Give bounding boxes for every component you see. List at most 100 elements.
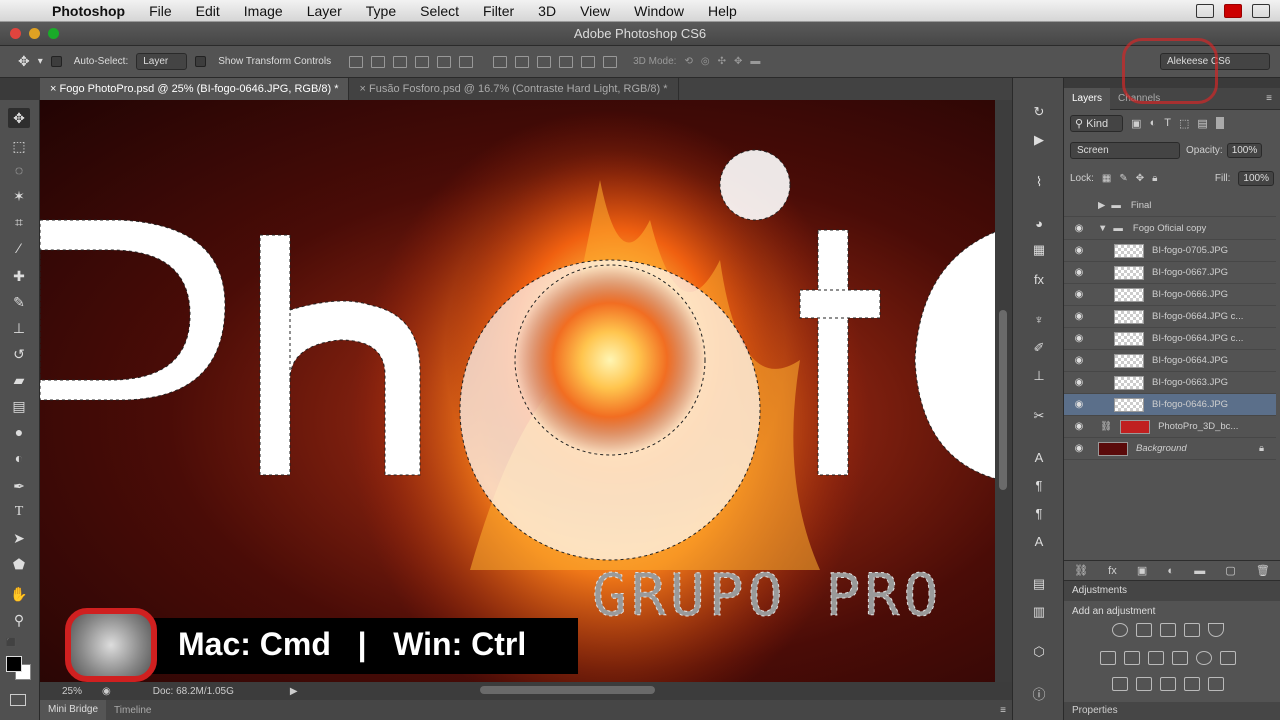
- auto-select-dropdown[interactable]: Layer: [136, 53, 188, 70]
- distribute-right-icon[interactable]: [603, 55, 618, 68]
- filter-toggle-icon[interactable]: [1215, 117, 1224, 129]
- blur-tool-icon[interactable]: ●: [8, 422, 30, 442]
- vibrance-icon[interactable]: [1208, 623, 1224, 637]
- layer-comps-icon[interactable]: ▥: [1029, 604, 1049, 622]
- align-hcenter-icon[interactable]: [437, 55, 452, 68]
- type-tool-icon[interactable]: T: [8, 502, 30, 522]
- layer-row-3d[interactable]: ◉ ⛓ PhotoPro_3D_bc...: [1064, 416, 1276, 438]
- lasso-tool-icon[interactable]: ◌: [8, 160, 30, 180]
- layer-row-selected[interactable]: ◉ BI-fogo-0646.JPG: [1064, 394, 1276, 416]
- layer-row[interactable]: ◉ BI-fogo-0664.JPG c...: [1064, 306, 1276, 328]
- history-brush-tool-icon[interactable]: ↺: [8, 344, 30, 364]
- tab-mini-bridge[interactable]: Mini Bridge: [40, 700, 107, 720]
- auto-select-checkbox[interactable]: [50, 55, 66, 67]
- camera-icon[interactable]: [1196, 3, 1214, 18]
- document-canvas[interactable]: GRUPO PRO Mac: Cmd | Win: Ctrl: [40, 100, 995, 682]
- layer-row[interactable]: ◉ BI-fogo-0666.JPG: [1064, 284, 1276, 306]
- zoom-level[interactable]: 25%: [40, 686, 90, 697]
- lock-all-icon[interactable]: 🔒︎: [1152, 173, 1157, 184]
- eye-icon[interactable]: ◉: [1072, 311, 1086, 322]
- menu-window[interactable]: Window: [622, 3, 696, 19]
- layer-row-final[interactable]: ▶ ▬ Final: [1064, 195, 1276, 217]
- paragraph-icon[interactable]: ¶: [1029, 478, 1049, 496]
- foreground-color-swatch[interactable]: [6, 656, 22, 672]
- brush-tool-icon[interactable]: ✎: [8, 292, 30, 312]
- lock-transparent-icon[interactable]: ▦: [1102, 173, 1111, 184]
- status-menu-icon[interactable]: ◉: [102, 686, 111, 697]
- move-tool-icon[interactable]: ✥: [8, 108, 30, 128]
- show-transform-checkbox[interactable]: [195, 55, 210, 67]
- lock-pixels-icon[interactable]: ✎: [1119, 173, 1127, 184]
- new-layer-icon[interactable]: ▢: [1225, 564, 1235, 577]
- status-arrow-icon[interactable]: ▶: [290, 686, 298, 697]
- distribute-hcenter-icon[interactable]: [581, 55, 596, 68]
- distribute-top-icon[interactable]: [493, 55, 508, 68]
- eraser-tool-icon[interactable]: ▰: [8, 370, 30, 390]
- healing-tool-icon[interactable]: ✚: [8, 266, 30, 286]
- flash-icon[interactable]: [1224, 3, 1242, 18]
- lock-position-icon[interactable]: ✥: [1136, 173, 1144, 184]
- 3d-scale-icon[interactable]: ▬: [750, 56, 760, 67]
- filter-smart-icon[interactable]: ▤: [1197, 117, 1207, 130]
- add-mask-icon[interactable]: ▣: [1137, 564, 1147, 577]
- hue-saturation-icon[interactable]: [1100, 651, 1116, 665]
- paths-icon[interactable]: ⌇: [1029, 174, 1049, 192]
- tab-fusao-fosforo[interactable]: × Fusão Fosforo.psd @ 16.7% (Contraste H…: [349, 78, 679, 100]
- character-icon[interactable]: A: [1029, 450, 1049, 468]
- pen-tool-icon[interactable]: ✒: [8, 476, 30, 496]
- menu-filter[interactable]: Filter: [471, 3, 526, 19]
- distribute-left-icon[interactable]: [559, 55, 574, 68]
- trash-icon[interactable]: 🗑︎: [1256, 564, 1270, 577]
- menu-select[interactable]: Select: [408, 3, 471, 19]
- stamp-tool-icon[interactable]: ⊥: [8, 318, 30, 338]
- align-vcenter-icon[interactable]: [371, 55, 386, 68]
- layer-row[interactable]: ◉ BI-fogo-0664.JPG: [1064, 350, 1276, 372]
- threshold-icon[interactable]: [1160, 677, 1176, 691]
- filter-kind-dropdown[interactable]: ⚲ Kind: [1070, 114, 1124, 132]
- filter-adjustment-icon[interactable]: ◐: [1150, 117, 1157, 129]
- filter-type-icon[interactable]: T: [1164, 117, 1171, 129]
- quick-mask-icon[interactable]: [10, 694, 26, 706]
- align-left-icon[interactable]: [415, 55, 430, 68]
- notes-icon[interactable]: ▤: [1029, 576, 1049, 594]
- brush-icon[interactable]: ✐: [1029, 340, 1049, 358]
- menu-layer[interactable]: Layer: [295, 3, 354, 19]
- fill-field[interactable]: 100%: [1238, 170, 1274, 186]
- gradient-map-icon[interactable]: [1208, 677, 1224, 691]
- levels-icon[interactable]: [1136, 623, 1152, 637]
- close-window-button[interactable]: [10, 28, 21, 39]
- paragraph-styles-icon[interactable]: ¶: [1029, 506, 1049, 524]
- curves-icon[interactable]: [1160, 623, 1176, 637]
- distribute-vcenter-icon[interactable]: [515, 55, 530, 68]
- opacity-field[interactable]: 100%: [1226, 142, 1263, 158]
- eye-icon[interactable]: ◉: [1072, 245, 1086, 256]
- tool-presets-icon[interactable]: ✂: [1029, 408, 1049, 426]
- close-tab-icon[interactable]: ×: [50, 83, 56, 95]
- blend-mode-dropdown[interactable]: Screen: [1070, 141, 1180, 159]
- layer-row[interactable]: ◉ BI-fogo-0705.JPG: [1064, 240, 1276, 262]
- zoom-window-button[interactable]: [48, 28, 59, 39]
- scroll-thumb[interactable]: [999, 310, 1007, 490]
- layer-row-background[interactable]: ◉ Background 🔒︎: [1064, 438, 1276, 460]
- default-colors-icon[interactable]: ⬛: [6, 638, 16, 647]
- layer-row[interactable]: ◉ BI-fogo-0667.JPG: [1064, 262, 1276, 284]
- clone-source-icon[interactable]: ⊥: [1029, 368, 1049, 386]
- new-group-icon[interactable]: ▬: [1194, 565, 1205, 577]
- 3d-icon[interactable]: ⬡: [1029, 644, 1049, 662]
- crop-tool-icon[interactable]: ⌗: [8, 212, 30, 232]
- eyedropper-tool-icon[interactable]: ⁄: [8, 238, 30, 258]
- invert-icon[interactable]: [1112, 677, 1128, 691]
- exposure-icon[interactable]: [1184, 623, 1200, 637]
- align-right-icon[interactable]: [459, 55, 474, 68]
- menu-file[interactable]: File: [137, 3, 184, 19]
- menu-3d[interactable]: 3D: [526, 3, 568, 19]
- eye-icon[interactable]: ◉: [1072, 355, 1086, 366]
- eye-icon[interactable]: ◉: [1072, 289, 1086, 300]
- fx-icon[interactable]: fx: [1108, 565, 1117, 577]
- tool-preset-dropdown[interactable]: ▾: [38, 56, 43, 67]
- eye-icon[interactable]: ◉: [1072, 377, 1086, 388]
- horizontal-scrollbar[interactable]: [480, 686, 655, 694]
- marquee-tool-icon[interactable]: ⬚: [8, 136, 30, 156]
- zoom-tool-icon[interactable]: ⚲: [8, 610, 30, 630]
- tab-layers[interactable]: Layers: [1064, 87, 1111, 110]
